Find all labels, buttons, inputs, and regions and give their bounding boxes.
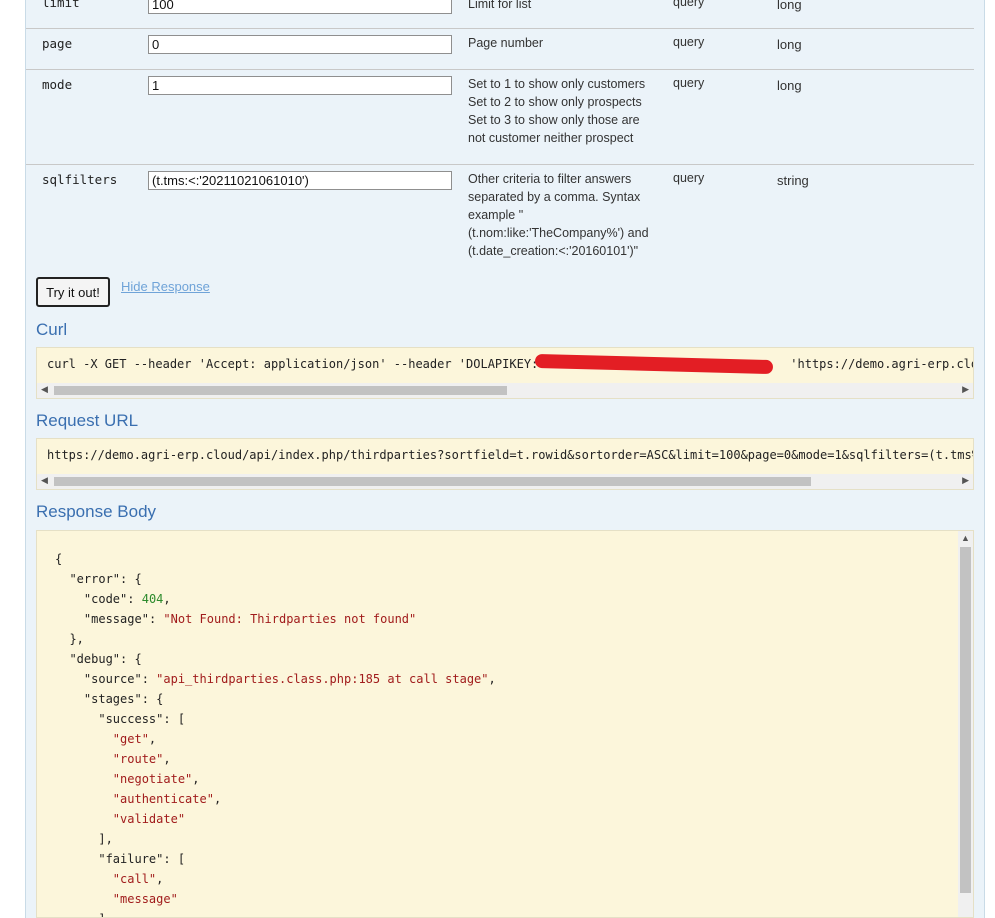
hide-response-link[interactable]: Hide Response — [121, 279, 210, 294]
response-body-title: Response Body — [36, 502, 157, 521]
param-row-page: page Page number query long — [26, 28, 974, 70]
request-url-horizontal-scrollbar[interactable]: ◀ ▶ — [37, 474, 973, 489]
try-it-out-button[interactable]: Try it out! — [36, 277, 110, 307]
curl-title: Curl — [36, 320, 68, 339]
scrollbar-thumb[interactable] — [54, 477, 811, 486]
scrollbar-thumb[interactable] — [54, 386, 507, 395]
param-type: query — [673, 76, 705, 90]
curl-command: curl -X GET --header 'Accept: applicatio… — [47, 357, 974, 371]
scroll-up-icon[interactable]: ▲ — [961, 533, 970, 543]
api-operation-panel: limit Limit for list query long page Pag… — [25, 0, 985, 918]
param-name: limit — [42, 0, 80, 10]
mode-input[interactable] — [148, 76, 452, 95]
request-url-title: Request URL — [36, 411, 139, 430]
param-row-sqlfilters: sqlfilters Other criteria to filter answ… — [26, 164, 974, 267]
curl-horizontal-scrollbar[interactable]: ◀ ▶ — [37, 383, 973, 398]
limit-input[interactable] — [148, 0, 452, 14]
request-url-box: https://demo.agri-erp.cloud/api/index.ph… — [36, 438, 974, 490]
param-name: mode — [42, 77, 73, 92]
param-data-type: long — [777, 78, 802, 93]
request-url-text: https://demo.agri-erp.cloud/api/index.ph… — [47, 448, 974, 462]
param-data-type: string — [777, 173, 809, 188]
scroll-right-icon[interactable]: ▶ — [962, 475, 969, 486]
param-data-type: long — [777, 0, 802, 12]
param-description: Limit for list — [468, 0, 532, 11]
param-type: query — [673, 35, 705, 49]
param-name: page — [42, 36, 73, 51]
param-description: Set to 1 to show only customers Set to 2… — [468, 77, 646, 145]
scroll-left-icon[interactable]: ◀ — [41, 475, 48, 486]
response-json: { "error": { "code": 404, "message": "No… — [55, 552, 496, 917]
sqlfilters-input[interactable] — [148, 171, 452, 190]
param-row-mode: mode Set to 1 to show only customers Set… — [26, 69, 974, 165]
response-vertical-scrollbar[interactable]: ▲ — [958, 531, 973, 917]
response-body-box: { "error": { "code": 404, "message": "No… — [36, 530, 974, 918]
param-name: sqlfilters — [42, 172, 118, 187]
param-description: Page number — [468, 36, 544, 50]
curl-box: curl -X GET --header 'Accept: applicatio… — [36, 347, 974, 399]
param-data-type: long — [777, 37, 802, 52]
param-row-limit: limit Limit for list query long — [26, 0, 974, 29]
page-input[interactable] — [148, 35, 452, 54]
scroll-right-icon[interactable]: ▶ — [962, 384, 969, 395]
param-type: query — [673, 0, 705, 9]
param-type: query — [673, 171, 705, 185]
param-description: Other criteria to filter answers separat… — [468, 172, 649, 258]
scroll-left-icon[interactable]: ◀ — [41, 384, 48, 395]
scrollbar-thumb[interactable] — [960, 547, 971, 893]
